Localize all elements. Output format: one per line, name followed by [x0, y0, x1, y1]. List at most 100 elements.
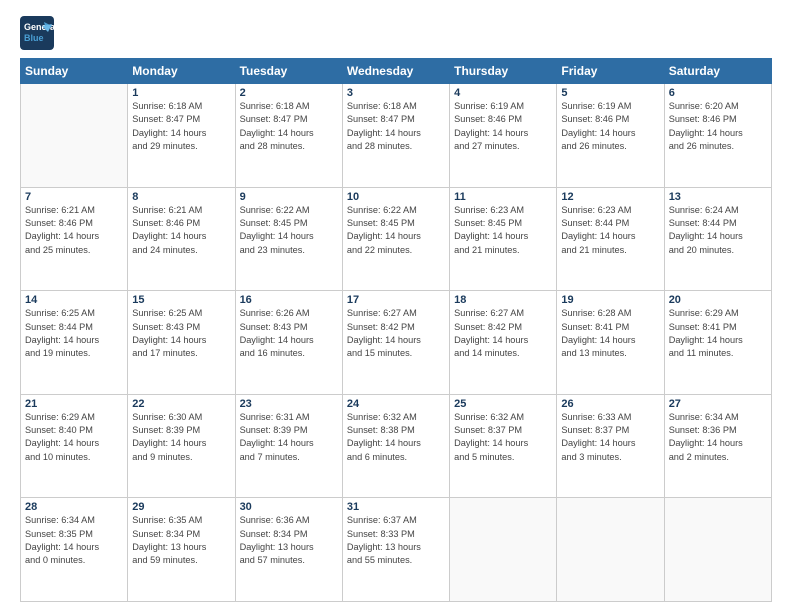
day-number: 31: [347, 501, 445, 513]
day-detail: Sunrise: 6:23 AM Sunset: 8:44 PM Dayligh…: [561, 204, 659, 257]
calendar-cell: 23Sunrise: 6:31 AM Sunset: 8:39 PM Dayli…: [235, 394, 342, 498]
day-number: 28: [25, 501, 123, 513]
calendar-cell: 8Sunrise: 6:21 AM Sunset: 8:46 PM Daylig…: [128, 187, 235, 291]
calendar-week-2: 7Sunrise: 6:21 AM Sunset: 8:46 PM Daylig…: [21, 187, 772, 291]
day-number: 24: [347, 398, 445, 410]
day-detail: Sunrise: 6:18 AM Sunset: 8:47 PM Dayligh…: [347, 100, 445, 153]
day-detail: Sunrise: 6:32 AM Sunset: 8:38 PM Dayligh…: [347, 411, 445, 464]
day-number: 14: [25, 294, 123, 306]
calendar-cell: 3Sunrise: 6:18 AM Sunset: 8:47 PM Daylig…: [342, 84, 449, 188]
weekday-header-wednesday: Wednesday: [342, 59, 449, 84]
calendar-cell: 10Sunrise: 6:22 AM Sunset: 8:45 PM Dayli…: [342, 187, 449, 291]
calendar-cell: 21Sunrise: 6:29 AM Sunset: 8:40 PM Dayli…: [21, 394, 128, 498]
day-number: 12: [561, 191, 659, 203]
logo-icon: General Blue: [20, 16, 54, 50]
day-detail: Sunrise: 6:26 AM Sunset: 8:43 PM Dayligh…: [240, 307, 338, 360]
day-number: 18: [454, 294, 552, 306]
day-detail: Sunrise: 6:25 AM Sunset: 8:44 PM Dayligh…: [25, 307, 123, 360]
page: General Blue SundayMondayTuesdayWednesda…: [0, 0, 792, 612]
day-detail: Sunrise: 6:19 AM Sunset: 8:46 PM Dayligh…: [454, 100, 552, 153]
day-number: 3: [347, 87, 445, 99]
day-detail: Sunrise: 6:32 AM Sunset: 8:37 PM Dayligh…: [454, 411, 552, 464]
day-number: 19: [561, 294, 659, 306]
day-detail: Sunrise: 6:25 AM Sunset: 8:43 PM Dayligh…: [132, 307, 230, 360]
day-number: 11: [454, 191, 552, 203]
day-number: 25: [454, 398, 552, 410]
calendar-cell: [557, 498, 664, 602]
day-detail: Sunrise: 6:37 AM Sunset: 8:33 PM Dayligh…: [347, 514, 445, 567]
day-detail: Sunrise: 6:31 AM Sunset: 8:39 PM Dayligh…: [240, 411, 338, 464]
day-detail: Sunrise: 6:29 AM Sunset: 8:41 PM Dayligh…: [669, 307, 767, 360]
calendar-cell: 22Sunrise: 6:30 AM Sunset: 8:39 PM Dayli…: [128, 394, 235, 498]
day-number: 1: [132, 87, 230, 99]
calendar-cell: [21, 84, 128, 188]
day-number: 7: [25, 191, 123, 203]
calendar-cell: 19Sunrise: 6:28 AM Sunset: 8:41 PM Dayli…: [557, 291, 664, 395]
day-detail: Sunrise: 6:34 AM Sunset: 8:35 PM Dayligh…: [25, 514, 123, 567]
calendar-cell: 11Sunrise: 6:23 AM Sunset: 8:45 PM Dayli…: [450, 187, 557, 291]
day-detail: Sunrise: 6:28 AM Sunset: 8:41 PM Dayligh…: [561, 307, 659, 360]
logo: General Blue: [20, 16, 54, 50]
day-detail: Sunrise: 6:23 AM Sunset: 8:45 PM Dayligh…: [454, 204, 552, 257]
calendar-week-3: 14Sunrise: 6:25 AM Sunset: 8:44 PM Dayli…: [21, 291, 772, 395]
calendar-cell: 24Sunrise: 6:32 AM Sunset: 8:38 PM Dayli…: [342, 394, 449, 498]
day-number: 29: [132, 501, 230, 513]
calendar-cell: 15Sunrise: 6:25 AM Sunset: 8:43 PM Dayli…: [128, 291, 235, 395]
calendar-cell: 7Sunrise: 6:21 AM Sunset: 8:46 PM Daylig…: [21, 187, 128, 291]
day-detail: Sunrise: 6:22 AM Sunset: 8:45 PM Dayligh…: [240, 204, 338, 257]
calendar-cell: 4Sunrise: 6:19 AM Sunset: 8:46 PM Daylig…: [450, 84, 557, 188]
weekday-header-row: SundayMondayTuesdayWednesdayThursdayFrid…: [21, 59, 772, 84]
weekday-header-saturday: Saturday: [664, 59, 771, 84]
calendar-cell: 9Sunrise: 6:22 AM Sunset: 8:45 PM Daylig…: [235, 187, 342, 291]
day-detail: Sunrise: 6:18 AM Sunset: 8:47 PM Dayligh…: [132, 100, 230, 153]
day-detail: Sunrise: 6:18 AM Sunset: 8:47 PM Dayligh…: [240, 100, 338, 153]
calendar-cell: 27Sunrise: 6:34 AM Sunset: 8:36 PM Dayli…: [664, 394, 771, 498]
day-detail: Sunrise: 6:20 AM Sunset: 8:46 PM Dayligh…: [669, 100, 767, 153]
calendar-cell: 17Sunrise: 6:27 AM Sunset: 8:42 PM Dayli…: [342, 291, 449, 395]
weekday-header-monday: Monday: [128, 59, 235, 84]
day-number: 2: [240, 87, 338, 99]
day-number: 4: [454, 87, 552, 99]
calendar-cell: 16Sunrise: 6:26 AM Sunset: 8:43 PM Dayli…: [235, 291, 342, 395]
calendar-cell: 20Sunrise: 6:29 AM Sunset: 8:41 PM Dayli…: [664, 291, 771, 395]
calendar-cell: 14Sunrise: 6:25 AM Sunset: 8:44 PM Dayli…: [21, 291, 128, 395]
day-detail: Sunrise: 6:36 AM Sunset: 8:34 PM Dayligh…: [240, 514, 338, 567]
day-detail: Sunrise: 6:19 AM Sunset: 8:46 PM Dayligh…: [561, 100, 659, 153]
weekday-header-sunday: Sunday: [21, 59, 128, 84]
day-number: 21: [25, 398, 123, 410]
day-detail: Sunrise: 6:24 AM Sunset: 8:44 PM Dayligh…: [669, 204, 767, 257]
calendar-week-4: 21Sunrise: 6:29 AM Sunset: 8:40 PM Dayli…: [21, 394, 772, 498]
day-number: 8: [132, 191, 230, 203]
calendar-cell: 2Sunrise: 6:18 AM Sunset: 8:47 PM Daylig…: [235, 84, 342, 188]
calendar-cell: 29Sunrise: 6:35 AM Sunset: 8:34 PM Dayli…: [128, 498, 235, 602]
day-number: 26: [561, 398, 659, 410]
day-number: 6: [669, 87, 767, 99]
day-number: 23: [240, 398, 338, 410]
day-detail: Sunrise: 6:21 AM Sunset: 8:46 PM Dayligh…: [132, 204, 230, 257]
day-detail: Sunrise: 6:22 AM Sunset: 8:45 PM Dayligh…: [347, 204, 445, 257]
calendar-cell: 13Sunrise: 6:24 AM Sunset: 8:44 PM Dayli…: [664, 187, 771, 291]
day-detail: Sunrise: 6:27 AM Sunset: 8:42 PM Dayligh…: [347, 307, 445, 360]
day-detail: Sunrise: 6:21 AM Sunset: 8:46 PM Dayligh…: [25, 204, 123, 257]
calendar-cell: [664, 498, 771, 602]
day-number: 5: [561, 87, 659, 99]
calendar-cell: 25Sunrise: 6:32 AM Sunset: 8:37 PM Dayli…: [450, 394, 557, 498]
header: General Blue: [20, 16, 772, 50]
calendar-cell: 18Sunrise: 6:27 AM Sunset: 8:42 PM Dayli…: [450, 291, 557, 395]
day-number: 27: [669, 398, 767, 410]
day-number: 20: [669, 294, 767, 306]
calendar-cell: 5Sunrise: 6:19 AM Sunset: 8:46 PM Daylig…: [557, 84, 664, 188]
calendar-cell: [450, 498, 557, 602]
day-number: 13: [669, 191, 767, 203]
day-detail: Sunrise: 6:29 AM Sunset: 8:40 PM Dayligh…: [25, 411, 123, 464]
day-number: 10: [347, 191, 445, 203]
day-detail: Sunrise: 6:27 AM Sunset: 8:42 PM Dayligh…: [454, 307, 552, 360]
day-number: 22: [132, 398, 230, 410]
day-detail: Sunrise: 6:30 AM Sunset: 8:39 PM Dayligh…: [132, 411, 230, 464]
weekday-header-tuesday: Tuesday: [235, 59, 342, 84]
calendar-cell: 26Sunrise: 6:33 AM Sunset: 8:37 PM Dayli…: [557, 394, 664, 498]
calendar-cell: 12Sunrise: 6:23 AM Sunset: 8:44 PM Dayli…: [557, 187, 664, 291]
day-detail: Sunrise: 6:35 AM Sunset: 8:34 PM Dayligh…: [132, 514, 230, 567]
calendar-week-5: 28Sunrise: 6:34 AM Sunset: 8:35 PM Dayli…: [21, 498, 772, 602]
calendar-cell: 28Sunrise: 6:34 AM Sunset: 8:35 PM Dayli…: [21, 498, 128, 602]
